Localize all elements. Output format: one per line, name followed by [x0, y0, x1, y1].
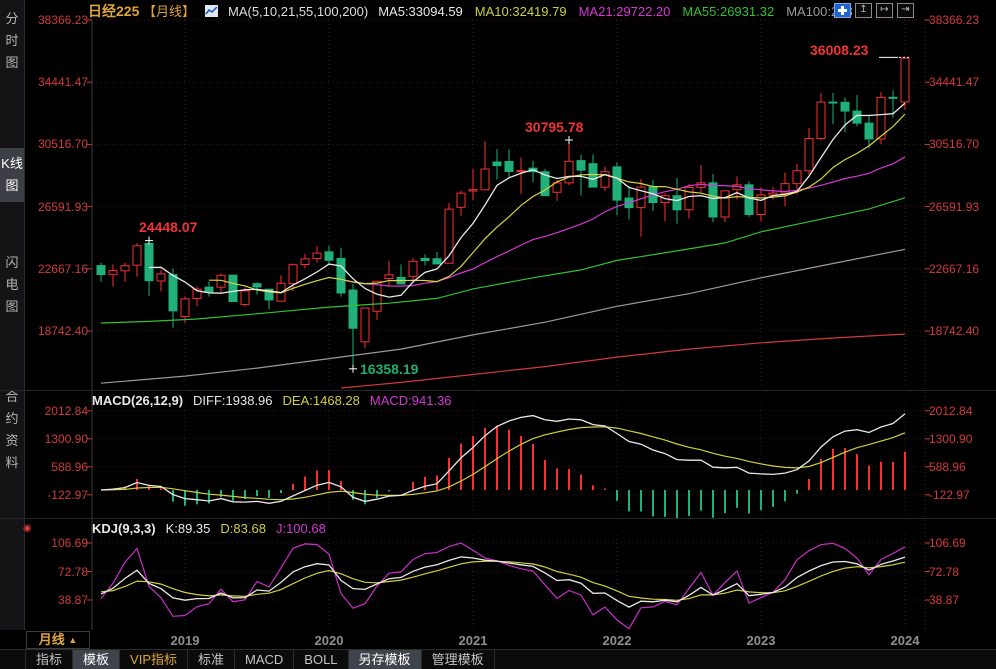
- macd-y-axis-label: 2012.84: [929, 404, 995, 418]
- x-axis-year-label: 2019: [155, 633, 215, 648]
- kdj-y-axis-label: 38.87: [22, 593, 88, 607]
- grid-lines: [87, 20, 930, 635]
- macd-y-axis-label: -122.97: [22, 488, 88, 502]
- period-tag: 【月线】: [143, 4, 195, 19]
- ma-legend-item: MA55:26931.32: [682, 4, 774, 19]
- x-axis-year-label: 2020: [299, 633, 359, 648]
- macd-title: MACD(26,12,9): [92, 393, 183, 408]
- kdj-panel: [101, 543, 905, 629]
- indicator-chart-icon: [205, 5, 218, 17]
- x-axis-year-label: 2022: [587, 633, 647, 648]
- main-y-axis-label: 30516.70: [929, 137, 995, 151]
- tab-boll[interactable]: BOLL: [294, 650, 348, 669]
- macd-y-axis-label: 588.96: [929, 460, 995, 474]
- chart-canvas: [0, 0, 996, 669]
- price-annotation: 36008.23: [810, 42, 868, 58]
- kdj-panel-header: KDJ(9,3,3) K:89.35 D:83.68 J:100.68: [92, 521, 326, 536]
- tab-template[interactable]: 模板: [73, 650, 120, 669]
- kdj-j-value: J:100.68: [276, 521, 326, 536]
- macd-macd-value: MACD:941.36: [370, 393, 452, 408]
- macd-y-axis-label: 588.96: [22, 460, 88, 474]
- ma-legend-item: MA5:33094.59: [378, 4, 463, 19]
- kdj-y-axis-label: 106.69: [929, 536, 995, 550]
- tab-indicators[interactable]: 指标: [25, 650, 73, 669]
- shift-right-icon[interactable]: ⇥: [897, 3, 914, 18]
- sidebar-item-contract-info[interactable]: 合约资料: [0, 386, 24, 474]
- main-y-axis-label: 34441.47: [22, 75, 88, 89]
- kdj-y-axis-label: 106.69: [22, 536, 88, 550]
- bottom-tab-bar: 指标模板VIP指标标准MACDBOLL另存模板管理模板: [0, 649, 996, 669]
- tab-manage-template[interactable]: 管理模板: [422, 650, 495, 669]
- chart-toolbar: ↥ ↦ ⇥: [834, 3, 914, 18]
- sidebar-item-time-chart[interactable]: 分时图: [0, 8, 24, 74]
- indicator-settings-icon[interactable]: ◉: [23, 523, 32, 534]
- candlestick-panel: [97, 57, 909, 388]
- period-selector-label: 月线: [39, 632, 65, 647]
- macd-y-axis-label: 1300.90: [22, 432, 88, 446]
- main-y-axis-label: 22667.16: [929, 262, 995, 276]
- tab-save-template[interactable]: 另存模板: [349, 650, 422, 669]
- ma-legend: MA5:33094.59 MA10:32419.79 MA21:29722.20 MA…: [378, 4, 852, 19]
- axis-play-icon[interactable]: ↦: [876, 3, 893, 18]
- period-selector-button[interactable]: 月线 ▲: [26, 631, 90, 649]
- kdj-y-axis-label: 72.78: [22, 565, 88, 579]
- chart-header: 日经225 【月线】 MA(5,10,21,55,100,200) MA5:33…: [88, 2, 853, 20]
- sidebar-item-kline-chart[interactable]: K线图: [0, 148, 24, 202]
- macd-diff-value: DIFF:1938.96: [193, 393, 273, 408]
- ma-legend-item: MA21:29722.20: [579, 4, 671, 19]
- sidebar-item-flash-chart[interactable]: 闪电图: [0, 252, 24, 318]
- x-axis-year-label: 2024: [875, 633, 935, 648]
- tab-vip-indicators[interactable]: VIP指标: [120, 650, 188, 669]
- main-y-axis-label: 18742.40: [929, 324, 995, 338]
- kdj-d-value: D:83.68: [220, 521, 266, 536]
- kdj-title: KDJ(9,3,3): [92, 521, 156, 536]
- macd-y-axis-label: -122.97: [929, 488, 995, 502]
- main-y-axis-label: 34441.47: [929, 75, 995, 89]
- kdj-y-axis-label: 72.78: [929, 565, 995, 579]
- symbol-title: 日经225: [88, 3, 139, 19]
- period-up-arrow-icon: ▲: [68, 635, 77, 645]
- macd-panel-header: MACD(26,12,9) DIFF:1938.96 DEA:1468.28 M…: [92, 393, 452, 408]
- crosshair-icon[interactable]: [834, 3, 851, 18]
- panel-divider: [0, 390, 996, 391]
- price-annotation: 16358.19: [360, 361, 418, 377]
- ma-config-label: MA(5,10,21,55,100,200): [228, 4, 368, 19]
- kdj-y-axis-label: 38.87: [929, 593, 995, 607]
- main-y-axis-label: 18742.40: [22, 324, 88, 338]
- macd-dea-value: DEA:1468.28: [283, 393, 360, 408]
- price-annotation: 24448.07: [139, 219, 197, 235]
- x-axis-year-label: 2023: [731, 633, 791, 648]
- main-y-axis-label: 22667.16: [22, 262, 88, 276]
- axis-zoom-in-icon[interactable]: ↥: [855, 3, 872, 18]
- main-y-axis-label: 30516.70: [22, 137, 88, 151]
- tab-macd[interactable]: MACD: [235, 650, 294, 669]
- macd-panel: [101, 414, 905, 521]
- kdj-k-value: K:89.35: [166, 521, 211, 536]
- ma-legend-item: MA10:32419.79: [475, 4, 567, 19]
- trading-terminal: 分时图 K线图闪电图合约资料 日经225 【月线】 MA(5,10,21,55,1…: [0, 0, 996, 669]
- main-y-axis-label: 26591.93: [929, 200, 995, 214]
- macd-y-axis-label: 2012.84: [22, 404, 88, 418]
- panel-divider: [0, 518, 996, 519]
- main-y-axis-label: 38366.23: [929, 13, 995, 27]
- main-y-axis-label: 26591.93: [22, 200, 88, 214]
- tab-standard[interactable]: 标准: [188, 650, 235, 669]
- macd-y-axis-label: 1300.90: [929, 432, 995, 446]
- price-annotation: 30795.78: [525, 119, 583, 135]
- main-y-axis-label: 38366.23: [22, 13, 88, 27]
- x-axis-year-label: 2021: [443, 633, 503, 648]
